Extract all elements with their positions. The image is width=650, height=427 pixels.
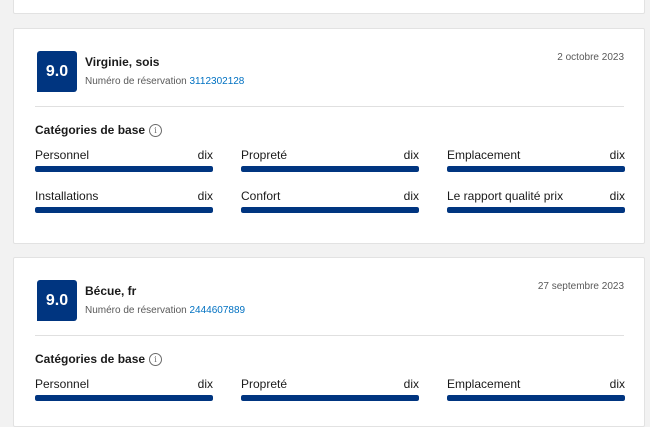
- category-label: Emplacement: [447, 148, 521, 162]
- score-badge: 9.0: [37, 280, 77, 321]
- category-value: dix: [609, 148, 625, 162]
- category-bar-fill: [447, 395, 625, 401]
- category-bar-fill: [447, 166, 625, 172]
- category-bar-fill: [35, 395, 213, 401]
- booking-label: Numéro de réservation: [85, 76, 187, 87]
- divider: [35, 335, 624, 336]
- category-value: dix: [403, 148, 419, 162]
- category-score: Emplacement dix: [447, 377, 625, 405]
- category-label: Confort: [241, 189, 281, 203]
- review-date: 2 octobre 2023: [557, 52, 624, 63]
- booking-label: Numéro de réservation: [85, 305, 187, 316]
- category-score: Installations dix: [35, 189, 213, 217]
- category-label: Propreté: [241, 377, 288, 391]
- category-value: dix: [609, 189, 625, 203]
- category-value: dix: [609, 377, 625, 391]
- category-bar: [447, 395, 625, 401]
- review-card: 9.0 Virginie, sois Numéro de réservation…: [13, 28, 645, 244]
- review-date: 27 septembre 2023: [537, 281, 624, 292]
- info-icon[interactable]: i: [149, 123, 163, 137]
- category-bar: [35, 166, 213, 172]
- category-label: Installations: [35, 189, 99, 203]
- category-bar-fill: [447, 207, 625, 213]
- category-bar-fill: [241, 395, 419, 401]
- category-value: dix: [197, 189, 213, 203]
- category-bar: [241, 395, 419, 401]
- category-score: Personnel dix: [35, 377, 213, 405]
- category-bar: [35, 207, 213, 213]
- category-heading-text: Catégories de base: [35, 123, 146, 137]
- booking-line: Numéro de réservation 2444607889: [85, 305, 245, 316]
- category-bar-fill: [241, 166, 419, 172]
- score-badge: 9.0: [37, 51, 77, 92]
- category-bar: [447, 166, 625, 172]
- category-bar-fill: [241, 207, 419, 213]
- category-score: Le rapport qualité prix dix: [447, 189, 625, 217]
- reviewer-name: Virginie, sois: [85, 55, 160, 69]
- category-heading: Catégories de base i: [35, 123, 163, 137]
- previous-review-card: [13, 0, 645, 14]
- category-score: Personnel dix: [35, 148, 213, 176]
- booking-line: Numéro de réservation 3112302128: [85, 76, 244, 87]
- category-label: Emplacement: [447, 377, 521, 391]
- category-value: dix: [197, 148, 213, 162]
- booking-number-link[interactable]: 2444607889: [190, 305, 246, 316]
- category-heading-text: Catégories de base: [35, 352, 146, 366]
- category-value: dix: [403, 189, 419, 203]
- booking-number-link[interactable]: 3112302128: [190, 76, 245, 87]
- category-label: Propreté: [241, 148, 288, 162]
- category-value: dix: [403, 377, 419, 391]
- info-icon[interactable]: i: [149, 352, 163, 366]
- category-score: Confort dix: [241, 189, 419, 217]
- category-bar-fill: [35, 207, 213, 213]
- category-heading: Catégories de base i: [35, 352, 163, 366]
- review-card: 9.0 Bécue, fr Numéro de réservation 2444…: [13, 257, 645, 427]
- divider: [35, 106, 624, 107]
- reviewer-name: Bécue, fr: [85, 284, 137, 298]
- category-label: Personnel: [35, 148, 90, 162]
- category-label: Personnel: [35, 377, 90, 391]
- category-score: Propreté dix: [241, 377, 419, 405]
- category-label: Le rapport qualité prix: [447, 189, 564, 203]
- category-bar-fill: [35, 166, 213, 172]
- category-bar: [241, 207, 419, 213]
- category-bar: [447, 207, 625, 213]
- category-bar: [241, 166, 419, 172]
- category-score: Propreté dix: [241, 148, 419, 176]
- category-bar: [35, 395, 213, 401]
- category-value: dix: [197, 377, 213, 391]
- category-score: Emplacement dix: [447, 148, 625, 176]
